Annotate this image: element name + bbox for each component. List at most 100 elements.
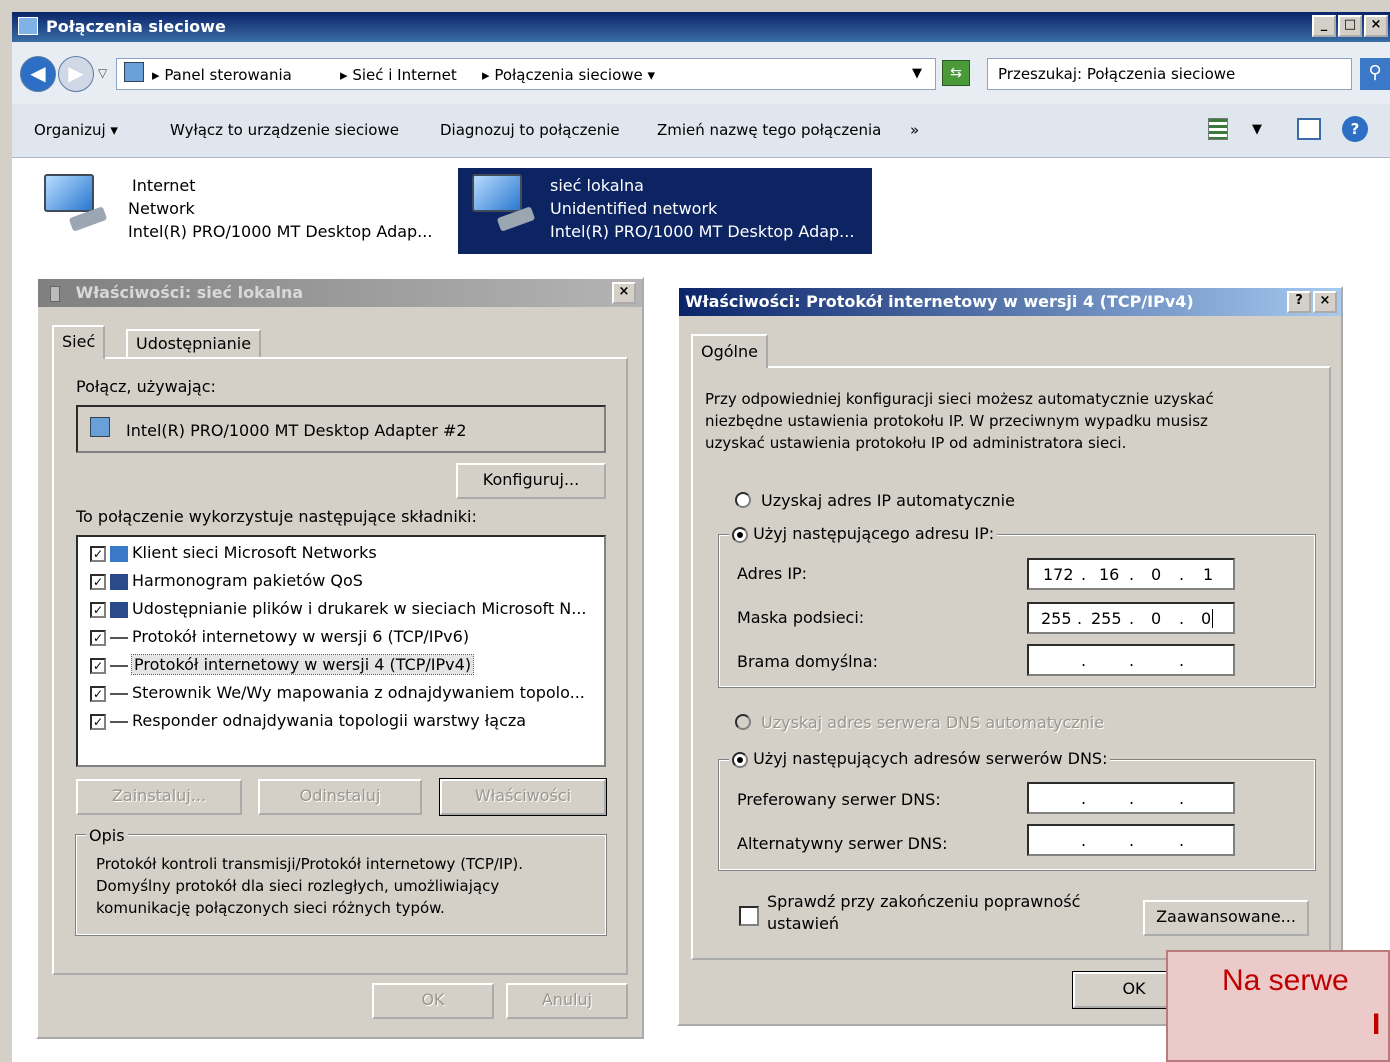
- forward-button[interactable]: ▶: [58, 56, 94, 92]
- maximize-button[interactable]: □: [1338, 15, 1362, 37]
- protocol-icon: [110, 664, 128, 667]
- use-dns-radio[interactable]: [732, 751, 748, 768]
- window-titlebar[interactable]: Połączenia sieciowe _ □ ×: [12, 12, 1390, 42]
- intro-line-2: niezbędne ustawienia protokołu IP. W prz…: [705, 412, 1208, 430]
- component-lltd-responder[interactable]: ✓ Responder odnajdywania topologii warstw…: [90, 711, 526, 730]
- component-checkbox[interactable]: ✓: [90, 546, 106, 562]
- subnet-mask-label: Maska podsieci:: [737, 608, 865, 627]
- connection-name: sieć lokalna: [550, 176, 644, 195]
- component-checkbox[interactable]: ✓: [90, 714, 106, 730]
- component-checkbox[interactable]: ✓: [90, 602, 106, 618]
- dialog-titlebar[interactable]: Właściwości: sieć lokalna: [38, 279, 642, 307]
- rename-button[interactable]: Zmień nazwę tego połączenia: [657, 121, 881, 139]
- auto-dns-label[interactable]: Uzyskaj adres serwera DNS automatycznie: [761, 713, 1104, 732]
- disable-device-button[interactable]: Wyłącz to urządzenie sieciowe: [170, 121, 399, 139]
- subnet-mask-field[interactable]: 255. 255. 0. 0: [1027, 602, 1235, 634]
- breadcrumb-network-connections[interactable]: ▸ Połączenia sieciowe ▾: [482, 66, 655, 84]
- protocol-icon: [110, 720, 128, 723]
- component-checkbox[interactable]: ✓: [90, 630, 106, 646]
- help-icon[interactable]: ?: [1342, 116, 1368, 142]
- auto-ip-radio[interactable]: [735, 492, 751, 508]
- use-dns-label: Użyj następujących adresów serwerów DNS:: [753, 749, 1108, 768]
- tab-network[interactable]: Sieć: [52, 325, 106, 359]
- component-qos[interactable]: ✓ Harmonogram pakietów QoS: [90, 571, 363, 590]
- validate-label-1[interactable]: Sprawdź przy zakończeniu poprawność: [767, 892, 1080, 911]
- uninstall-button[interactable]: Odinstaluj: [258, 779, 422, 815]
- dialog-title: Właściwości: Protokół internetowy w wers…: [685, 292, 1194, 311]
- component-lltd-mapper[interactable]: ✓ Sterownik We/Wy mapowania z odnajdywani…: [90, 683, 585, 702]
- ip-address-field[interactable]: 172. 16. 0. 1: [1027, 558, 1235, 590]
- install-button[interactable]: Zainstaluj...: [76, 779, 242, 815]
- component-checkbox[interactable]: ✓: [90, 574, 106, 590]
- auto-dns-radio[interactable]: [735, 714, 751, 730]
- preview-pane-icon[interactable]: [1297, 118, 1321, 140]
- auto-ip-label[interactable]: Uzyskaj adres IP automatycznie: [761, 491, 1015, 510]
- local-connection-properties-dialog: Właściwości: sieć lokalna × Sieć Udostęp…: [36, 277, 644, 1039]
- control-panel-icon: [124, 62, 144, 82]
- connection-adapter: Intel(R) PRO/1000 MT Desktop Adap...: [128, 222, 433, 241]
- connection-status: Unidentified network: [550, 199, 718, 218]
- connect-using-label: Połącz, używając:: [76, 377, 216, 396]
- breadcrumb-network-internet[interactable]: ▸ Sieć i Internet: [340, 66, 457, 84]
- dialog-close-button[interactable]: ×: [612, 282, 636, 304]
- view-dropdown-icon[interactable]: ▼: [1252, 122, 1262, 137]
- organize-menu[interactable]: Organizuj ▾: [34, 121, 118, 139]
- use-ip-radio[interactable]: [732, 526, 748, 543]
- components-list: ✓ Klient sieci Microsoft Networks ✓ Harmon…: [76, 535, 606, 767]
- preferred-dns-field[interactable]: ...: [1027, 782, 1235, 814]
- component-checkbox[interactable]: ✓: [90, 686, 106, 702]
- description-line-1: Protokół kontroli transmisji/Protokół in…: [96, 855, 524, 873]
- component-ms-client[interactable]: ✓ Klient sieci Microsoft Networks: [90, 543, 377, 562]
- configure-button[interactable]: Konfiguruj...: [456, 463, 606, 499]
- back-button[interactable]: ◀: [20, 56, 56, 92]
- intro-line-3: uzyskać ustawienia protokołu IP od admin…: [705, 434, 1127, 452]
- service-icon: [110, 601, 128, 618]
- alternate-dns-field[interactable]: ...: [1027, 824, 1235, 856]
- more-commands-button[interactable]: »: [910, 121, 919, 139]
- ipv4-properties-dialog: Właściwości: Protokół internetowy w wers…: [677, 286, 1343, 1026]
- component-ipv4[interactable]: ✓ Protokół internetowy w wersji 4 (TCP/IP…: [90, 654, 475, 675]
- static-ip-legend[interactable]: Użyj następującego adresu IP:: [729, 524, 998, 543]
- tab-general[interactable]: Ogólne: [691, 334, 768, 368]
- validate-checkbox[interactable]: [739, 906, 759, 926]
- dialog-close-button[interactable]: ×: [1313, 291, 1337, 313]
- history-dropdown-icon[interactable]: ▽: [98, 66, 107, 80]
- address-dropdown-icon[interactable]: ▼: [912, 66, 922, 81]
- ip-address-label: Adres IP:: [737, 564, 808, 583]
- window-title: Połączenia sieciowe: [46, 17, 226, 36]
- callout-text-line-2: I: [1372, 1008, 1381, 1041]
- search-input[interactable]: Przeszukaj: Połączenia sieciowe: [987, 58, 1352, 90]
- callout-text: Na serwe: [1222, 964, 1349, 997]
- alternate-dns-label: Alternatywny serwer DNS:: [737, 834, 948, 853]
- adapter-icon: [90, 417, 110, 437]
- properties-button[interactable]: Właściwości: [439, 778, 607, 816]
- close-button[interactable]: ×: [1364, 15, 1388, 37]
- intro-line-1: Przy odpowiedniej konfiguracji sieci moż…: [705, 390, 1214, 408]
- help-button[interactable]: ?: [1287, 291, 1311, 313]
- component-file-sharing[interactable]: ✓ Udostępnianie plików i drukarek w sieci…: [90, 599, 586, 618]
- connection-local[interactable]: sieć lokalna Unidentified network Intel(…: [458, 168, 872, 254]
- client-icon: [110, 545, 128, 562]
- command-bar: Organizuj ▾ Wyłącz to urządzenie sieciow…: [12, 104, 1390, 158]
- dialog-icon: [50, 285, 60, 302]
- description-line-3: komunikację połączonych sieci różnych ty…: [96, 899, 445, 917]
- validate-label-2[interactable]: ustawień: [767, 914, 839, 933]
- view-options-icon[interactable]: [1208, 118, 1228, 140]
- connection-internet[interactable]: Internet Network Intel(R) PRO/1000 MT De…: [40, 168, 440, 254]
- diagnose-button[interactable]: Diagnozuj to połączenie: [440, 121, 620, 139]
- connection-adapter: Intel(R) PRO/1000 MT Desktop Adap...: [550, 222, 855, 241]
- breadcrumb-control-panel[interactable]: ▸ Panel sterowania: [152, 66, 292, 84]
- static-dns-legend[interactable]: Użyj następujących adresów serwerów DNS:: [729, 749, 1111, 768]
- component-checkbox[interactable]: ✓: [90, 658, 106, 674]
- ok-button[interactable]: OK: [372, 983, 494, 1019]
- gateway-field[interactable]: ...: [1027, 644, 1235, 676]
- refresh-icon[interactable]: ⇆: [942, 60, 970, 86]
- dialog-titlebar[interactable]: Właściwości: Protokół internetowy w wers…: [679, 288, 1341, 316]
- cancel-button[interactable]: Anuluj: [506, 983, 628, 1019]
- search-icon[interactable]: ⚲: [1360, 58, 1390, 90]
- minimize-button[interactable]: _: [1312, 15, 1336, 37]
- network-adapter-icon: [468, 174, 536, 232]
- component-ipv6[interactable]: ✓ Protokół internetowy w wersji 6 (TCP/IP…: [90, 627, 469, 646]
- tab-sharing[interactable]: Udostępnianie: [126, 329, 262, 357]
- advanced-button[interactable]: Zaawansowane...: [1143, 900, 1309, 936]
